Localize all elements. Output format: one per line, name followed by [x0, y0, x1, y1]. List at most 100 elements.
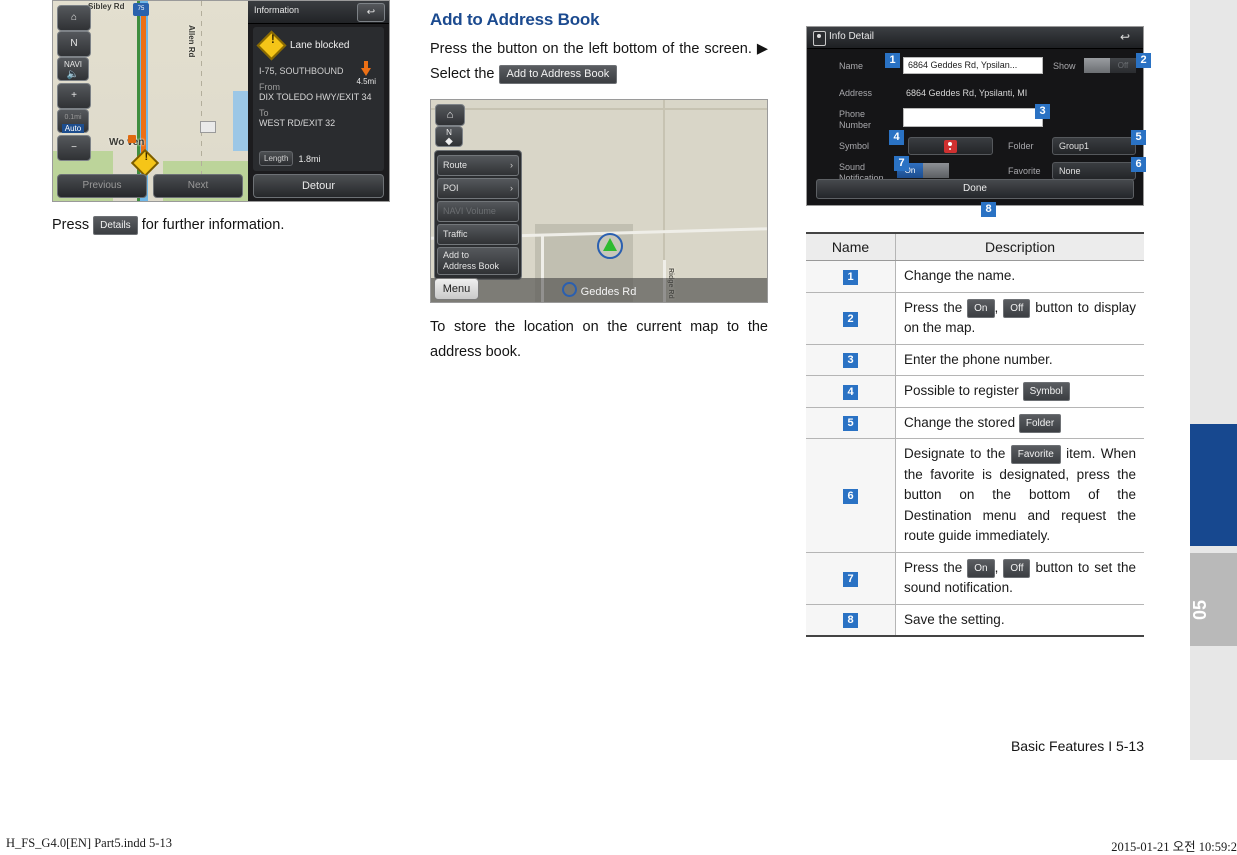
home-icon[interactable]: ⌂ — [435, 104, 465, 126]
row-number-cell: 2 — [806, 291, 896, 345]
next-button[interactable]: Next — [153, 174, 243, 198]
left-column: 75 Sibley Rd Allen Rd Wo ven ⌂ N NAVI 🔈 … — [52, 0, 390, 238]
show-off-option[interactable]: Off — [1110, 58, 1136, 73]
row-description-cell: Change the name. — [895, 260, 1144, 293]
menu-item-route-label: Route — [443, 160, 468, 170]
inline-ui-button[interactable]: Off — [1003, 298, 1031, 318]
home-icon[interactable]: ⌂ — [57, 5, 91, 31]
north-up-icon[interactable]: N — [57, 31, 91, 57]
row-description-cell: Save the setting. — [895, 603, 1144, 637]
menu-item-poi-label: POI — [443, 183, 459, 193]
menu-item-poi[interactable]: POI › — [437, 178, 519, 199]
map-poi-icon — [128, 135, 136, 143]
symbol-glyph-icon — [944, 140, 957, 153]
callout-badge: 5 — [843, 416, 858, 432]
table-header-row: Name Description — [806, 232, 1144, 261]
table-row: 3 Enter the phone number. — [806, 343, 1144, 376]
compass-needle-icon: ◆ — [445, 136, 453, 147]
inline-ui-button[interactable]: On — [967, 298, 995, 318]
navi-volume-icon[interactable]: NAVI 🔈 — [57, 57, 89, 81]
description-text: Save the setting. — [904, 611, 1005, 627]
menu-item-route[interactable]: Route › — [437, 155, 519, 176]
information-title: Information — [254, 5, 300, 15]
speaker-icon: 🔈 — [66, 69, 80, 80]
callout-badge-2: 2 — [1136, 53, 1151, 68]
lane-blocked-row: Lane blocked — [256, 30, 378, 61]
current-position-icon — [597, 233, 623, 259]
menu-item-traffic[interactable]: Traffic — [437, 224, 519, 245]
inline-ui-button[interactable]: On — [967, 558, 995, 578]
pin-icon — [813, 31, 826, 46]
show-label: Show — [1053, 61, 1076, 71]
length-label: Length — [259, 151, 294, 166]
inline-ui-button[interactable]: Off — [1003, 558, 1031, 578]
length-row: Length 1.8mi — [259, 151, 320, 166]
menu-item-navi-volume[interactable]: NAVI Volume — [437, 201, 519, 222]
compass-icon[interactable]: N ◆ — [435, 126, 463, 147]
alert-text: Lane blocked — [290, 40, 350, 51]
callout-badge-1: 1 — [885, 53, 900, 68]
chapter-number: 05 — [1190, 600, 1210, 621]
details-button[interactable]: Details — [93, 216, 138, 235]
zoom-in-icon[interactable]: + — [57, 83, 91, 109]
row-number-cell: 4 — [806, 375, 896, 408]
callout-badge: 1 — [843, 269, 858, 285]
left-caption-after: for further information. — [137, 217, 285, 233]
left-caption: Press Details for further information. — [52, 213, 390, 238]
description-text: Possible to register — [904, 383, 1023, 398]
map-boundary-line — [201, 1, 202, 201]
description-text: Change the name. — [904, 268, 1016, 283]
sound-off-option[interactable]: Off — [923, 163, 949, 178]
table-row: 5 Change the stored Folder — [806, 406, 1144, 439]
info-detail-title: Info Detail — [829, 31, 875, 42]
map-label-sibley: Sibley Rd — [88, 2, 125, 11]
column-header-name: Name — [806, 232, 896, 261]
current-street-row: Geddes Rd — [431, 282, 767, 298]
map-scale-auto-button[interactable]: 0.1mi Auto — [57, 109, 89, 133]
callout-badge-4: 4 — [889, 130, 904, 145]
chevron-right-icon: › — [510, 183, 513, 193]
favorite-button[interactable]: None — [1052, 162, 1136, 180]
phone-number-label: Phone Number — [839, 109, 872, 130]
show-on-option[interactable]: On — [1084, 58, 1110, 73]
back-icon[interactable]: ↩ — [1113, 29, 1137, 45]
add-to-address-book-screenshot: Ridge Rd ⌂ N ◆ Route › POI › NAVI Volume… — [430, 99, 768, 303]
table-row: 8 Save the setting. — [806, 603, 1144, 637]
row-description-cell: Press the On, Off button to display on t… — [895, 291, 1144, 345]
description-text: , — [994, 299, 1004, 315]
auto-label: Auto — [61, 124, 85, 133]
row-number-cell: 6 — [806, 438, 896, 553]
column-header-description: Description — [895, 232, 1144, 261]
menu-item-add-to-address-book[interactable]: Add to Address Book — [437, 247, 519, 275]
folder-label: Folder — [1008, 141, 1034, 151]
callout-badge: 3 — [843, 353, 858, 369]
middle-paragraph-1: Press the button on the left bottom of t… — [430, 37, 768, 87]
middle-column: Add to Address Book Press the button on … — [430, 0, 768, 365]
navigation-information-screenshot: 75 Sibley Rd Allen Rd Wo ven ⌂ N NAVI 🔈 … — [52, 0, 390, 202]
table-row: 1 Change the name. — [806, 260, 1144, 293]
folder-button[interactable]: Group1 — [1052, 137, 1136, 155]
inline-ui-button[interactable]: Favorite — [1010, 445, 1061, 464]
zoom-out-icon[interactable]: − — [57, 135, 91, 161]
row-description-cell: Enter the phone number. — [895, 343, 1144, 376]
symbol-button[interactable] — [908, 137, 993, 155]
phone-number-input[interactable] — [903, 108, 1043, 127]
navi-volume-label: NAVI — [63, 60, 83, 69]
add-to-address-book-button[interactable]: Add to Address Book — [498, 65, 618, 84]
menu-item-navi-volume-label: NAVI Volume — [443, 206, 496, 216]
name-input[interactable]: 6864 Geddes Rd, Ypsilan... — [903, 57, 1043, 74]
down-arrow-icon — [361, 68, 372, 76]
chevron-right-icon: › — [510, 160, 513, 170]
done-button[interactable]: Done — [816, 179, 1134, 199]
detour-button[interactable]: Detour — [253, 174, 384, 198]
callout-badge-3: 3 — [1035, 104, 1050, 119]
back-icon[interactable]: ↩ — [357, 3, 385, 22]
inline-ui-button[interactable]: Folder — [1018, 413, 1062, 433]
row-number-cell: 5 — [806, 406, 896, 439]
map-context-menu: Route › POI › NAVI Volume Traffic Add to… — [434, 150, 522, 280]
inline-ui-button[interactable]: Symbol — [1022, 382, 1070, 401]
callout-badge: 2 — [843, 311, 858, 327]
show-toggle[interactable]: On Off — [1084, 58, 1136, 73]
previous-button[interactable]: Previous — [57, 174, 147, 198]
map-pane-left: 75 Sibley Rd Allen Rd Wo ven ⌂ N NAVI 🔈 … — [53, 1, 250, 201]
